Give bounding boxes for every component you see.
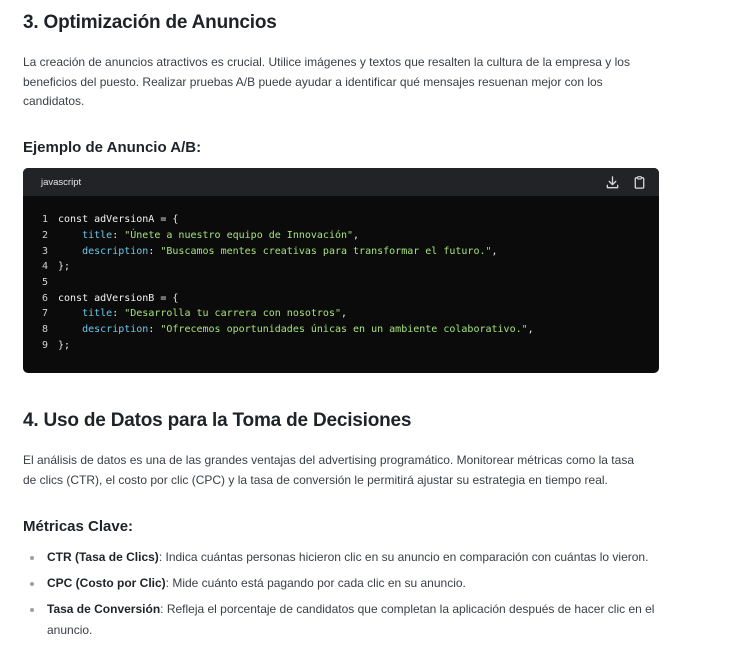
code-token: : — [112, 230, 125, 242]
line-number: 2 — [41, 230, 48, 242]
code-text: const adVersionB = { — [58, 293, 178, 304]
download-icon[interactable] — [605, 175, 620, 190]
metric-term: CPC (Costo por Clic) — [47, 576, 166, 590]
code-line: 2 title: "Únete a nuestro equipo de Inno… — [23, 228, 659, 244]
metric-term: CTR (Tasa de Clics) — [47, 550, 159, 564]
line-number: 5 — [41, 277, 48, 289]
code-block: javascript 1 const adVersionA = { 2 title:… — [23, 168, 659, 373]
metric-item: CPC (Costo por Clic): Mide cuánto está p… — [23, 573, 663, 594]
code-line: 8 description: "Ofrecemos oportunidades … — [23, 322, 659, 338]
code-token: , — [527, 324, 534, 336]
code-text: const adVersionA = { — [58, 214, 178, 225]
section-heading-optimizacion: 3. Optimización de Anuncios — [23, 12, 277, 33]
code-token: }; — [58, 261, 71, 273]
code-line: 5 — [23, 275, 659, 291]
section-paragraph-datos: El análisis de datos es una de las grand… — [23, 453, 634, 487]
metric-description: : Mide cuánto está pagando por cada clic… — [165, 576, 466, 590]
metrics-list: CTR (Tasa de Clics): Indica cuántas pers… — [23, 547, 663, 646]
code-body: 1 const adVersionA = { 2 title: "Únete a n… — [23, 196, 659, 353]
code-line: 9}; — [23, 338, 659, 354]
code-header: javascript — [23, 168, 659, 196]
metric-description: : Indica cuántas personas hicieron clic … — [158, 550, 649, 564]
code-token: const — [58, 214, 95, 226]
code-text: description: "Buscamos mentes creativas … — [58, 245, 498, 257]
subheading-metricas-clave: Métricas Clave: — [23, 518, 134, 535]
code-token: adVersionA — [94, 214, 155, 226]
subheading-ejemplo-ab: Ejemplo de Anuncio A/B: — [23, 139, 202, 156]
code-line: 6 const adVersionB = { — [23, 290, 659, 306]
line-number: 1 — [41, 214, 48, 226]
section-heading-datos: 4. Uso de Datos para la Toma de Decision… — [23, 410, 412, 431]
code-token: const — [58, 292, 95, 304]
code-line: 3 description: "Buscamos mentes creativa… — [23, 243, 659, 259]
code-token: "Únete a nuestro equipo de Innovación" — [124, 230, 354, 242]
code-token: description — [82, 324, 149, 336]
code-token: "Buscamos mentes creativas para transfor… — [160, 245, 492, 257]
code-actions — [605, 175, 647, 190]
code-text: }; — [58, 340, 70, 351]
line-number: 9 — [41, 339, 48, 351]
code-token: : — [148, 324, 161, 336]
metric-item: Tasa de Conversión: Refleja el porcentaj… — [23, 599, 663, 641]
code-token: : — [112, 308, 125, 320]
code-text: title: "Desarrolla tu carrera con nosotr… — [58, 308, 347, 319]
code-token: , — [353, 230, 360, 242]
code-token: }; — [58, 339, 71, 351]
code-line: 4}; — [23, 259, 659, 275]
code-token: title — [82, 230, 113, 242]
code-token: , — [491, 245, 498, 257]
code-token: = { — [154, 214, 179, 226]
section-paragraph-optimizacion: La creación de anuncios atractivos es cr… — [23, 55, 630, 108]
code-text: title: "Únete a nuestro equipo de Innova… — [58, 230, 359, 241]
code-token: , — [341, 308, 348, 320]
code-line: 7 title: "Desarrolla tu carrera con noso… — [23, 306, 659, 322]
code-text: description: "Ofrecemos oportunidades ún… — [58, 324, 534, 335]
line-number: 6 — [41, 292, 48, 304]
article-page: 3. Optimización de Anuncios La creación … — [0, 0, 735, 667]
line-number: 7 — [41, 308, 48, 320]
bullet-icon — [30, 608, 34, 612]
code-token: = { — [154, 292, 179, 304]
bullet-icon — [30, 582, 34, 586]
code-token: adVersionB — [94, 292, 155, 304]
code-line: 1 const adVersionA = { — [23, 212, 659, 228]
code-token: description — [82, 245, 149, 257]
code-token: "Ofrecemos oportunidades únicas en un am… — [160, 324, 528, 336]
line-number: 4 — [41, 261, 48, 273]
code-token: "Desarrolla tu carrera con nosotros" — [124, 308, 341, 320]
code-text: }; — [58, 261, 70, 272]
metric-item: CTR (Tasa de Clics): Indica cuántas pers… — [23, 547, 663, 568]
code-token: : — [148, 245, 161, 257]
copy-icon[interactable] — [632, 175, 647, 190]
code-language-label: javascript — [41, 176, 82, 188]
code-token: title — [82, 308, 113, 320]
line-number: 8 — [41, 324, 48, 336]
line-number: 3 — [41, 245, 48, 257]
bullet-icon — [30, 556, 34, 560]
metric-term: Tasa de Conversión — [47, 602, 161, 616]
